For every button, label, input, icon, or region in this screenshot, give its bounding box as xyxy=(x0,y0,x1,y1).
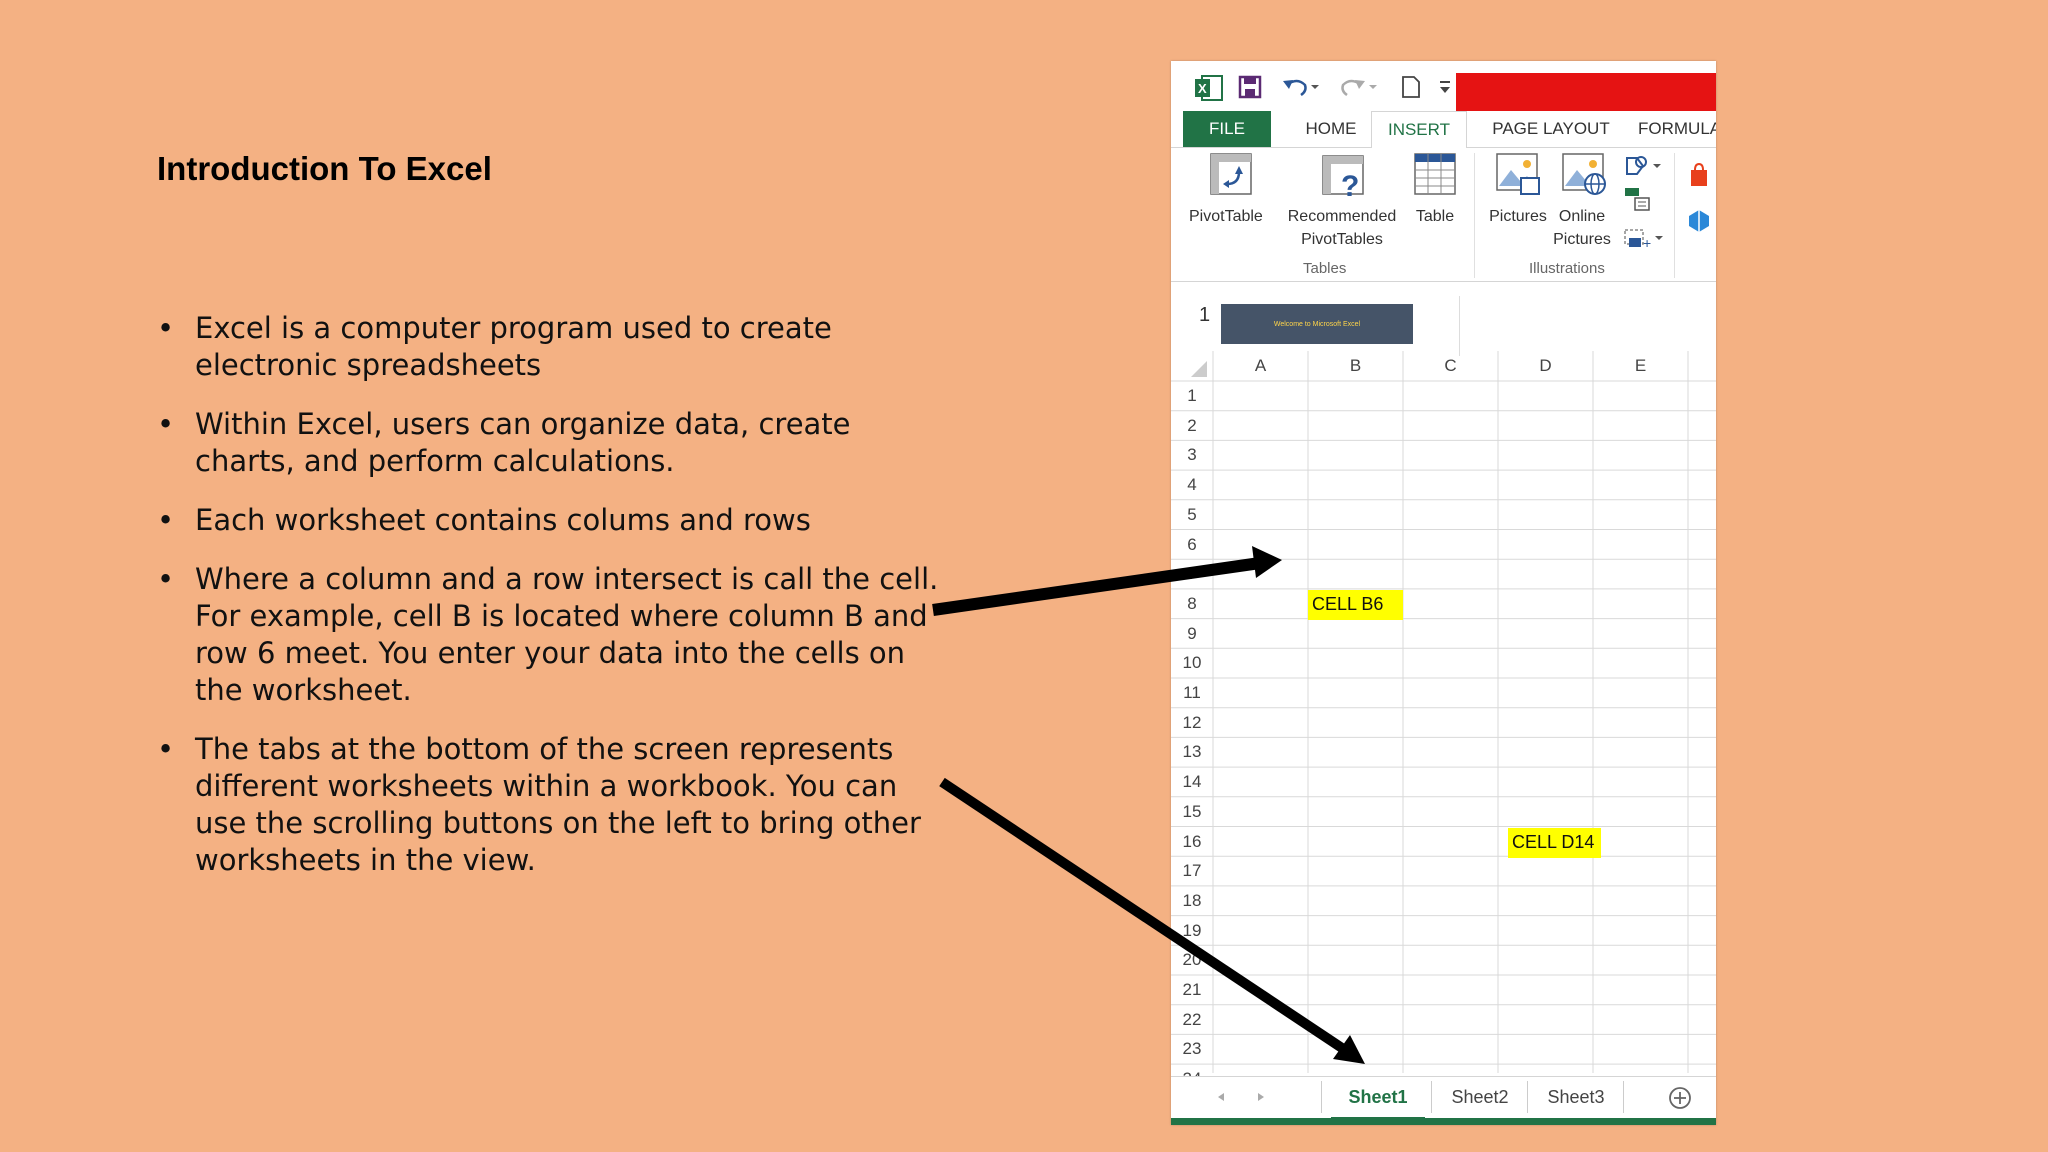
new-document-icon[interactable] xyxy=(1400,75,1422,99)
grid-lines xyxy=(1171,351,1716,1073)
row-header-11[interactable]: 11 xyxy=(1171,678,1213,708)
row-header-10[interactable]: 10 xyxy=(1171,648,1213,678)
ribbon-separator xyxy=(1474,153,1475,278)
excel-logo-icon: X xyxy=(1195,75,1223,101)
column-header-b[interactable]: B xyxy=(1308,351,1403,381)
ribbon-insert: PivotTable ? Recommended PivotTables Tab… xyxy=(1171,148,1716,282)
customize-toolbar-icon[interactable] xyxy=(1439,75,1451,99)
bullet-item: Each worksheet contains colums and rows xyxy=(157,502,957,539)
scroll-left-icon[interactable] xyxy=(1215,1091,1227,1103)
row-header-15[interactable]: 15 xyxy=(1171,797,1213,827)
recommended-pivottables-label-2[interactable]: PivotTables xyxy=(1279,229,1405,251)
formula-bar-area: 1 Welcome to Microsoft Excel xyxy=(1171,296,1716,356)
row-header-6[interactable]: 6 xyxy=(1171,530,1213,560)
pivottable-label[interactable]: PivotTable xyxy=(1189,206,1277,228)
group-illustrations-label: Illustrations xyxy=(1529,260,1605,277)
ribbon-tabs: FILE HOME INSERT PAGE LAYOUT FORMULA xyxy=(1171,111,1716,149)
smartart-icon[interactable] xyxy=(1623,186,1653,212)
sheet-tab-1[interactable]: Sheet1 xyxy=(1331,1077,1425,1120)
sheet-tab-3[interactable]: Sheet3 xyxy=(1529,1077,1623,1117)
bullet-item: The tabs at the bottom of the screen rep… xyxy=(157,731,957,879)
pictures-icon[interactable] xyxy=(1495,152,1541,196)
svg-text:X: X xyxy=(1198,81,1207,96)
recommended-pivottables-label-1[interactable]: Recommended xyxy=(1279,206,1405,228)
banner-text: Welcome to Microsoft Excel xyxy=(1273,321,1361,328)
bullet-item: Excel is a computer program used to crea… xyxy=(157,310,957,384)
row-header-18[interactable]: 18 xyxy=(1171,886,1213,916)
sheet-tab-bar: Sheet1 Sheet2 Sheet3 xyxy=(1171,1076,1716,1120)
row-header-23[interactable]: 23 xyxy=(1171,1034,1213,1064)
my-apps-icon[interactable] xyxy=(1687,208,1711,236)
name-row-number: 1 xyxy=(1199,304,1211,326)
online-pictures-icon[interactable] xyxy=(1561,152,1607,196)
pictures-label[interactable]: Pictures xyxy=(1481,206,1555,228)
row-header-8[interactable]: 8 xyxy=(1171,589,1213,619)
row-header-5[interactable]: 5 xyxy=(1171,500,1213,530)
row-header-2[interactable]: 2 xyxy=(1171,411,1213,441)
undo-icon[interactable] xyxy=(1281,75,1321,99)
bullet-list: Excel is a computer program used to crea… xyxy=(157,310,957,901)
embedded-banner: Welcome to Microsoft Excel xyxy=(1221,304,1413,344)
row-header-17[interactable]: 17 xyxy=(1171,856,1213,886)
row-header-7[interactable]: 7 xyxy=(1171,559,1213,589)
status-bar xyxy=(1171,1118,1716,1125)
scroll-right-icon[interactable] xyxy=(1255,1091,1267,1103)
slide-title: Introduction To Excel xyxy=(157,150,492,187)
ribbon-separator xyxy=(1674,153,1675,278)
bullet-item: Within Excel, users can organize data, c… xyxy=(157,406,957,480)
tab-formulas[interactable]: FORMULA xyxy=(1638,111,1716,147)
tab-home[interactable]: HOME xyxy=(1281,111,1381,147)
cell-d14[interactable]: CELL D14 xyxy=(1508,828,1601,858)
cell-b6[interactable]: CELL B6 xyxy=(1308,590,1403,620)
save-icon[interactable] xyxy=(1238,75,1262,99)
online-pictures-label-1[interactable]: Online xyxy=(1549,206,1615,228)
row-header-21[interactable]: 21 xyxy=(1171,975,1213,1005)
row-header-20[interactable]: 20 xyxy=(1171,945,1213,975)
tab-insert[interactable]: INSERT xyxy=(1371,111,1467,149)
row-header-4[interactable]: 4 xyxy=(1171,470,1213,500)
quick-access-toolbar: X xyxy=(1171,61,1716,111)
table-label[interactable]: Table xyxy=(1407,206,1463,228)
row-header-22[interactable]: 22 xyxy=(1171,1005,1213,1035)
row-header-19[interactable]: 19 xyxy=(1171,916,1213,946)
tab-file[interactable]: FILE xyxy=(1183,111,1271,147)
table-icon[interactable] xyxy=(1413,152,1457,196)
row-header-16[interactable]: 16 xyxy=(1171,827,1213,857)
screenshot-icon[interactable]: + xyxy=(1623,228,1667,250)
row-header-12[interactable]: 12 xyxy=(1171,708,1213,738)
worksheet-grid[interactable]: A B C D E 1 2 3 4 5 6 7 8 9 10 11 12 13 14 15 16 17 18 19 2… xyxy=(1171,351,1716,1088)
column-header-c[interactable]: C xyxy=(1403,351,1498,381)
row-header-13[interactable]: 13 xyxy=(1171,737,1213,767)
sheet-tab-2[interactable]: Sheet2 xyxy=(1433,1077,1527,1117)
bullet-item: Where a column and a row intersect is ca… xyxy=(157,561,957,709)
svg-text:?: ? xyxy=(1341,170,1359,200)
row-header-1[interactable]: 1 xyxy=(1171,381,1213,411)
row-header-3[interactable]: 3 xyxy=(1171,440,1213,470)
row-header-14[interactable]: 14 xyxy=(1171,767,1213,797)
recommended-pivottables-icon[interactable]: ? xyxy=(1321,152,1365,200)
column-header-d[interactable]: D xyxy=(1498,351,1593,381)
title-bar-redacted xyxy=(1456,73,1716,111)
tab-page-layout[interactable]: PAGE LAYOUT xyxy=(1476,111,1626,147)
pivottable-icon[interactable] xyxy=(1209,152,1253,196)
column-header-a[interactable]: A xyxy=(1213,351,1308,381)
svg-text:+: + xyxy=(1643,235,1651,250)
store-icon[interactable] xyxy=(1687,162,1711,190)
group-tables-label: Tables xyxy=(1303,260,1347,277)
online-pictures-label-2[interactable]: Pictures xyxy=(1549,229,1615,251)
row-header-9[interactable]: 9 xyxy=(1171,619,1213,649)
add-sheet-icon[interactable] xyxy=(1667,1085,1693,1111)
redo-icon[interactable] xyxy=(1339,75,1379,99)
column-header-e[interactable]: E xyxy=(1593,351,1688,381)
shapes-icon[interactable] xyxy=(1623,154,1667,178)
excel-window: X FILE HOME INSERT PAGE LAYOUT FORMULA P… xyxy=(1171,61,1716,1125)
